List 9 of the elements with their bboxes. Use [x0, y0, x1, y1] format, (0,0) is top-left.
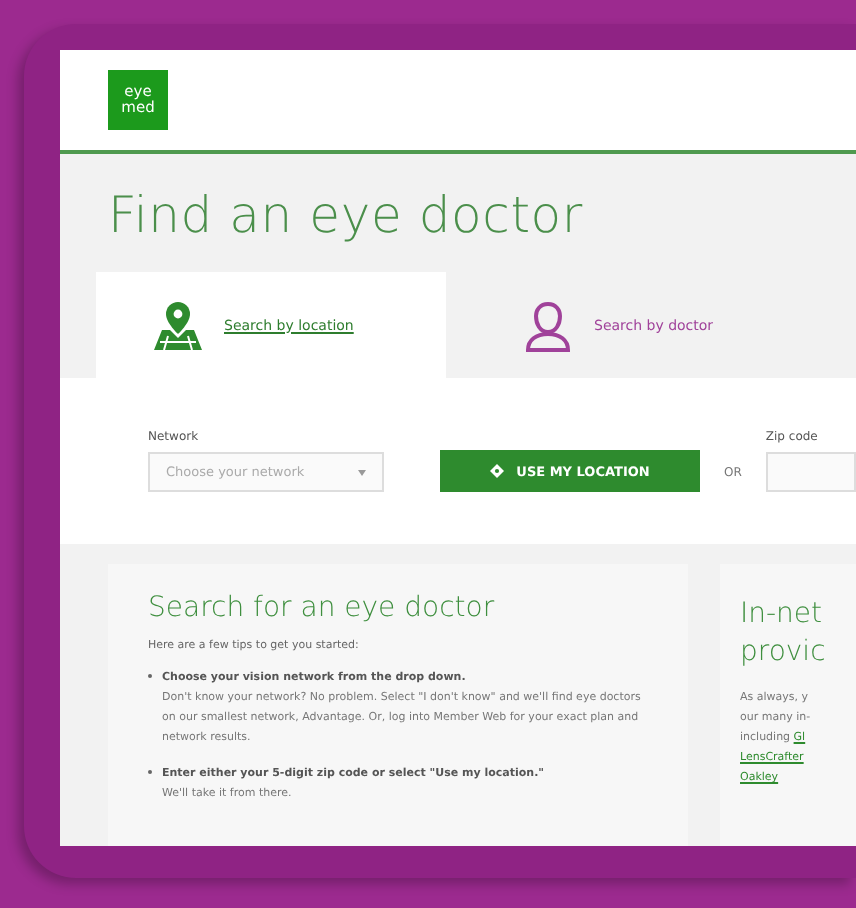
page-title: Find an eye doctor — [108, 186, 585, 244]
caret-icon — [358, 469, 366, 475]
map-pin-icon — [152, 299, 204, 351]
person-icon — [522, 299, 574, 351]
card-title: provic — [740, 634, 828, 672]
zip-code-field[interactable] — [765, 452, 856, 492]
card-title: Search for an eye doctor — [148, 592, 497, 624]
card-title: In-net — [740, 596, 825, 634]
location-icon — [490, 464, 505, 478]
